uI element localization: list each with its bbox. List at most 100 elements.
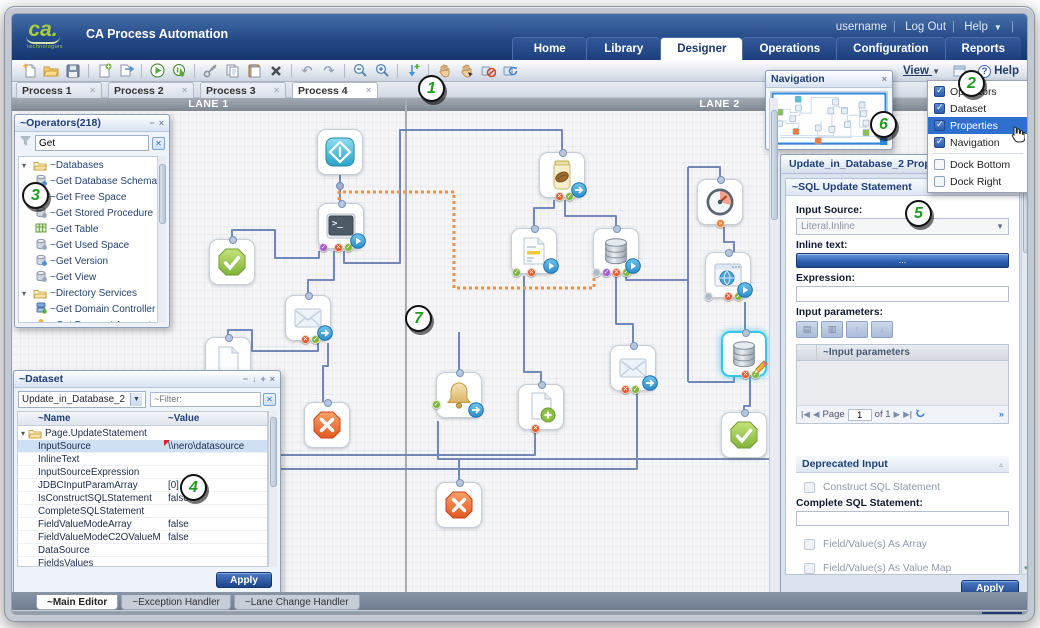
zoom-out-icon[interactable] (350, 62, 370, 80)
add-page-icon[interactable] (94, 62, 114, 80)
node-abort-2[interactable] (436, 482, 482, 528)
dataset-row[interactable]: InputSourceExpression (18, 466, 267, 479)
node-update-in-database-2[interactable]: ✕✓ (721, 331, 767, 377)
connector[interactable] (688, 376, 734, 382)
tree-item[interactable]: ~Get Used Space (19, 237, 165, 253)
run-icon[interactable] (147, 62, 167, 80)
process-tab-3[interactable]: Process 3✕ (200, 82, 286, 98)
save-icon[interactable] (63, 62, 83, 80)
editor-tab-maineditor[interactable]: ~Main Editor (36, 595, 118, 610)
tree-group[interactable]: ▾~Databases (19, 157, 165, 173)
process-tab-1[interactable]: Process 1✕ (16, 82, 102, 98)
scrollbar-thumb[interactable] (1023, 189, 1028, 253)
import-page-icon[interactable] (116, 62, 136, 80)
open-icon[interactable] (41, 62, 61, 80)
new-process-icon[interactable] (19, 62, 39, 80)
dataset-apply-button[interactable]: Apply (216, 572, 272, 588)
connector[interactable] (438, 421, 459, 482)
node-send-email-1[interactable]: ✕✓ (285, 295, 331, 341)
expander-icon[interactable]: ▾ (22, 161, 30, 170)
fields-as-valuemap-checkbox[interactable] (804, 563, 815, 574)
first-page-icon[interactable]: |◀ (801, 409, 810, 420)
node-send-email-2[interactable]: ✕✓ (610, 345, 656, 391)
clear-filter-icon[interactable]: ✕ (263, 393, 276, 406)
process-tab-4[interactable]: Process 4✕ (292, 82, 378, 98)
last-page-icon[interactable]: ▶| (903, 409, 912, 420)
tree-item[interactable]: ~Get Version (19, 253, 165, 269)
dataset-row[interactable]: DataSource (18, 544, 267, 557)
scrollbar-thumb[interactable] (270, 417, 277, 487)
tree-item[interactable]: ~Get Table (19, 221, 165, 237)
connector[interactable] (688, 167, 720, 179)
redo-icon[interactable]: ↷ (319, 62, 339, 80)
dataset-row[interactable]: InlineText (18, 453, 267, 466)
scrollbar-thumb[interactable] (771, 110, 778, 220)
column-header-name[interactable]: ~Name (18, 412, 164, 425)
tree-item[interactable]: ~Get Domain Controller (19, 301, 165, 317)
close-icon[interactable]: × (159, 118, 164, 128)
prev-page-icon[interactable]: ◀ (813, 409, 820, 420)
node-success-2[interactable] (721, 412, 767, 458)
move-down-button[interactable]: ↓ (871, 321, 893, 338)
link-key-icon[interactable] (200, 62, 220, 80)
node-gauge-metric[interactable]: » (697, 179, 743, 225)
dataset-row[interactable]: FieldValueModeC2OValueMfalse (18, 531, 267, 544)
node-run-program[interactable]: >_✓✕✓ (318, 203, 364, 249)
checkbox-icon[interactable] (934, 120, 945, 131)
close-tab-icon[interactable]: ✕ (273, 86, 280, 95)
canvas-scrollbar[interactable] (769, 98, 778, 592)
connector[interactable] (534, 200, 554, 228)
username-link[interactable]: username (836, 21, 887, 33)
checkbox-icon[interactable] (934, 86, 945, 97)
view-menu-item-dock-right[interactable]: Dock Right (928, 173, 1027, 190)
fields-as-array-checkbox[interactable] (804, 539, 815, 550)
expander-icon[interactable]: ▾ (21, 429, 25, 438)
dataset-row[interactable]: InputSource\\nero\datasource (18, 440, 267, 453)
nav-tab-reports[interactable]: Reports (945, 37, 1021, 60)
dataset-scrollbar[interactable] (268, 411, 277, 567)
node-abort-1[interactable] (304, 402, 350, 448)
node-create-file-2[interactable]: ✕ (518, 384, 564, 430)
delete-icon[interactable] (266, 62, 286, 80)
checkbox-icon[interactable] (934, 103, 945, 114)
next-page-icon[interactable]: ▶ (894, 409, 901, 420)
column-header-value[interactable]: ~Value (164, 412, 267, 425)
straighten-icon[interactable] (403, 62, 423, 80)
tree-item[interactable]: ~Get View (19, 269, 165, 285)
close-icon[interactable]: × (882, 74, 887, 84)
expression-input[interactable] (796, 286, 1009, 302)
checkbox-icon[interactable] (934, 159, 945, 170)
scroll-down-icon[interactable]: ▼ (1022, 565, 1028, 574)
node-invoke-java[interactable]: ✕✓ (539, 152, 585, 198)
copy-icon[interactable] (222, 62, 242, 80)
dataset-page-select[interactable]: Update_in_Database_2▼ (18, 391, 146, 408)
refresh-icon[interactable] (915, 408, 926, 422)
collapse-icon[interactable]: ▵ (999, 460, 1003, 469)
add-parameter-button[interactable]: ▤ (796, 321, 818, 338)
move-icon[interactable]: + (260, 374, 265, 384)
dataset-filter-input[interactable] (150, 392, 261, 407)
resume-icon[interactable] (169, 62, 189, 80)
help-button[interactable]: ?Help (978, 65, 1019, 78)
dataset-row[interactable]: FieldsValues (18, 557, 267, 567)
select-hand-icon[interactable] (456, 62, 476, 80)
operator-disable-icon[interactable] (478, 62, 498, 80)
construct-sql-checkbox[interactable] (804, 482, 815, 493)
view-menu-item-properties[interactable]: Properties (928, 117, 1027, 134)
minimize-icon[interactable]: − (149, 118, 154, 128)
paste-icon[interactable] (244, 62, 264, 80)
operator-refresh-icon[interactable] (500, 62, 520, 80)
process-tab-2[interactable]: Process 2✕ (108, 82, 194, 98)
view-menu-button[interactable]: View ▼ (903, 65, 940, 77)
connector[interactable] (565, 200, 616, 228)
operators-filter-input[interactable] (35, 135, 149, 151)
nav-tab-library[interactable]: Library (586, 37, 660, 60)
close-tab-icon[interactable]: ✕ (89, 86, 96, 95)
node-success-1[interactable] (209, 239, 255, 285)
connector[interactable] (616, 276, 633, 345)
minimize-icon[interactable]: − (243, 374, 248, 384)
help-link[interactable]: Help (964, 21, 988, 33)
node-invoke-web-service[interactable]: ✕✓ (705, 252, 751, 298)
connector[interactable] (744, 376, 750, 412)
node-run-script[interactable]: ✓✕ (511, 228, 557, 274)
